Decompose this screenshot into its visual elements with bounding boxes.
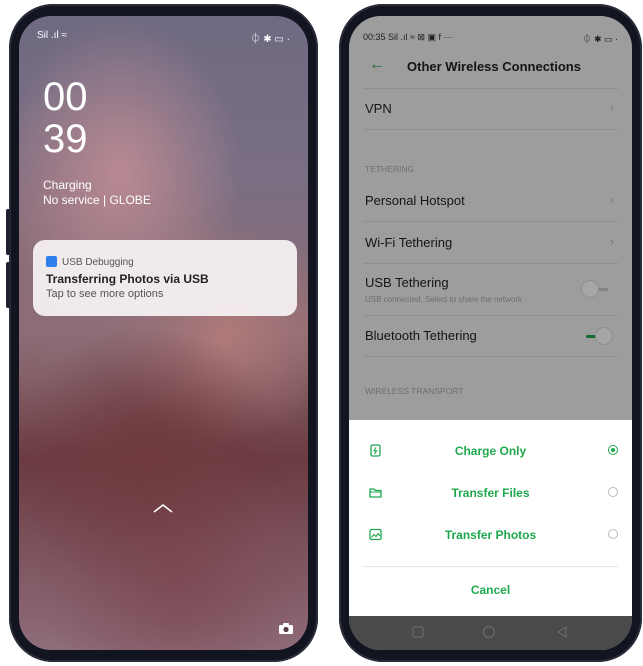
cancel-button[interactable]: Cancel [363,566,618,607]
lock-clock: 00 39 [43,76,88,160]
option-transfer-photos[interactable]: Transfer Photos [349,514,632,556]
notification-subtitle: Tap to see more options [46,288,164,300]
status-right-icons: ⏀ ✱ ▭ · [250,34,291,45]
option-label: Transfer Photos [444,528,537,542]
status-bar: Sil .ıl ≈ ⏀ ✱ ▭ · [37,30,291,45]
back-triangle-icon[interactable] [555,625,569,639]
radio-unselected[interactable] [608,487,618,497]
camera-icon[interactable] [278,622,294,635]
option-charge-only[interactable]: Charge Only [349,430,632,472]
network-text: No service | GLOBE [43,193,151,207]
radio-selected[interactable] [608,445,618,455]
chevron-up-icon[interactable] [152,502,174,514]
home-icon[interactable] [482,625,496,639]
notification-app-name: USB Debugging [62,257,134,268]
volume-button [6,262,10,308]
lock-screen: Sil .ıl ≈ ⏀ ✱ ▭ · 00 39 Charging No serv… [19,16,308,650]
volume-button [6,209,10,255]
charging-info: Charging No service | GLOBE [43,178,151,208]
usb-options-sheet: Charge Only Transfer Files Transfer Phot… [349,420,632,616]
usb-debugging-icon [46,256,57,267]
usb-notification-card[interactable]: USB Debugging Transferring Photos via US… [33,240,297,316]
settings-screen: 00:35 Sil .ıl ≈ ⊠ ▣ f ··· ⏀ ✱ ▭ · ← Othe… [349,16,632,650]
charging-text: Charging [43,178,92,192]
notification-app-row: USB Debugging [46,256,134,268]
recents-icon[interactable] [411,625,425,639]
signal-icons: Sil .ıl ≈ [37,30,67,41]
cancel-label: Cancel [470,583,511,597]
clock-hours: 00 [43,75,88,119]
option-label: Charge Only [454,444,527,458]
option-transfer-files[interactable]: Transfer Files [349,472,632,514]
radio-unselected[interactable] [608,529,618,539]
phone-frame-right: 00:35 Sil .ıl ≈ ⊠ ▣ f ··· ⏀ ✱ ▭ · ← Othe… [339,4,642,662]
clock-minutes: 39 [43,117,88,161]
option-label: Transfer Files [451,486,530,500]
phone-frame-left: Sil .ıl ≈ ⏀ ✱ ▭ · 00 39 Charging No serv… [6,4,318,662]
navigation-bar [349,616,632,650]
notification-title: Transferring Photos via USB [46,272,209,286]
